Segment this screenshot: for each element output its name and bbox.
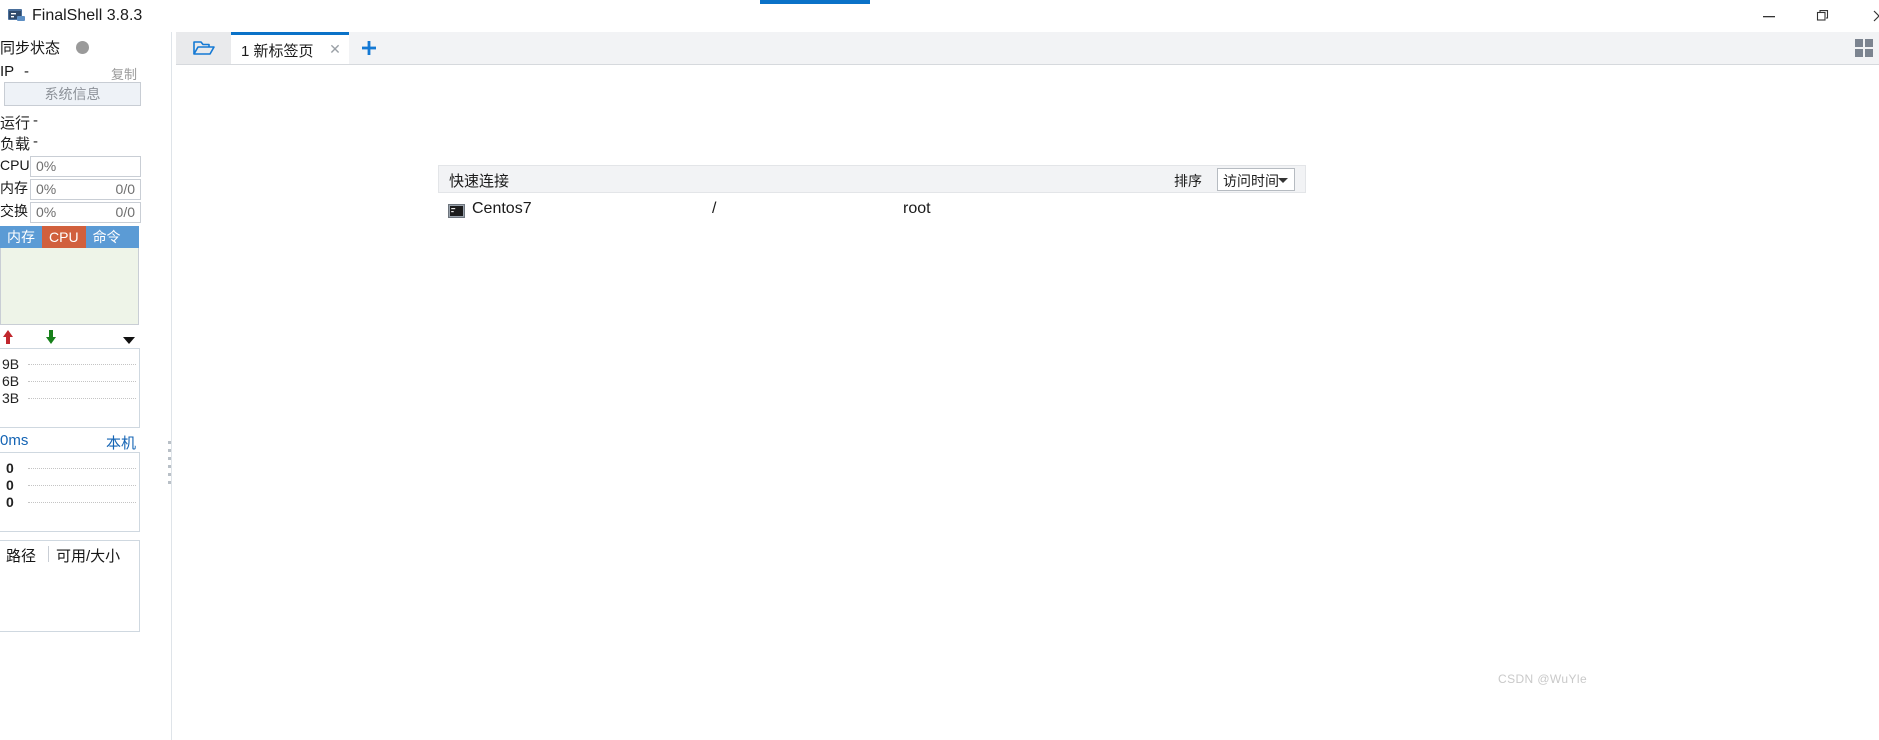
network-y-label-3: 3B <box>2 390 20 406</box>
sync-status-indicator <box>76 41 89 54</box>
resource-tab-memory[interactable]: 内存 <box>0 226 42 248</box>
network-graph-header <box>0 328 139 348</box>
network-menu-chevron-down-icon[interactable] <box>122 332 136 344</box>
layout-grid-button[interactable] <box>1853 37 1875 59</box>
disk-table-header: 路径 可用/大小 <box>0 541 139 567</box>
tab-new-tab-label: 1 新标签页 <box>241 43 314 60</box>
folder-open-icon <box>192 41 215 55</box>
ping-y-label-2: 0 <box>6 477 14 493</box>
title-bar: FinalShell 3.8.3 <box>0 0 1879 32</box>
minimize-icon <box>1763 16 1775 18</box>
quick-connect-row[interactable]: Centos7 / root <box>438 199 1306 227</box>
connection-path: / <box>712 200 717 217</box>
system-info-button[interactable]: 系统信息 <box>4 82 141 106</box>
quick-connect-title: 快速连接 <box>449 173 510 190</box>
disk-usage-table: 路径 可用/大小 <box>0 540 140 632</box>
sort-label: 排序 <box>1174 173 1202 189</box>
memory-meter-row: 内存 0% 0/0 <box>0 179 168 200</box>
network-y-label-2: 6B <box>2 373 20 389</box>
swap-meter-label: 交换 <box>0 203 28 219</box>
disk-column-path: 路径 <box>6 548 37 565</box>
terminal-icon <box>448 204 465 218</box>
restore-icon <box>1816 10 1829 21</box>
disk-column-divider <box>48 546 49 562</box>
grid-icon <box>1855 39 1873 57</box>
network-traffic-graph: 9B 6B 3B <box>0 348 140 428</box>
uptime-value: - <box>33 112 38 129</box>
sidebar: 同步状态 IP - 复制 系统信息 运行 - 负载 - CPU 0% 内存 0%… <box>0 32 168 740</box>
tab-close-icon[interactable]: ✕ <box>328 42 342 56</box>
ping-host-label[interactable]: 本机 <box>106 432 136 453</box>
cpu-meter-percent: 0% <box>36 158 57 174</box>
arrow-up-icon <box>1 329 15 345</box>
sync-status-label: 同步状态 <box>0 40 61 57</box>
memory-meter-label: 内存 <box>0 180 28 196</box>
restore-button[interactable] <box>1800 0 1846 32</box>
sort-dropdown-value: 访问时间 <box>1223 173 1279 189</box>
add-tab-button[interactable] <box>358 37 380 59</box>
network-y-label-1: 9B <box>2 356 20 372</box>
plus-icon <box>362 41 376 55</box>
cpu-meter-label: CPU <box>0 157 30 173</box>
load-value: - <box>33 133 38 150</box>
ping-latency-graph: 0 0 0 <box>0 452 140 532</box>
splitter-grip[interactable] <box>168 436 172 498</box>
sort-dropdown[interactable]: 访问时间 <box>1217 168 1295 191</box>
app-terminal-icon <box>8 7 26 23</box>
memory-meter-bar: 0% 0/0 <box>30 179 141 200</box>
load-label: 负载 <box>0 136 31 153</box>
ping-graph-header: 0ms 本机 <box>0 432 139 452</box>
arrow-down-icon <box>44 329 58 345</box>
memory-meter-fraction: 0/0 <box>115 181 135 197</box>
ping-y-label-1: 0 <box>6 460 14 476</box>
uptime-label: 运行 <box>0 115 31 132</box>
title-accent-bar <box>760 0 870 4</box>
swap-meter-bar: 0% 0/0 <box>30 202 141 223</box>
ip-label: IP <box>0 63 15 80</box>
resource-tab-bar: 内存 CPU 命令 <box>0 226 139 248</box>
cpu-meter-row: CPU 0% <box>0 156 168 177</box>
resource-tab-commands[interactable]: 命令 <box>86 226 128 248</box>
tab-strip: 1 新标签页 ✕ <box>176 32 1879 65</box>
window-title: FinalShell 3.8.3 <box>32 7 143 24</box>
connection-name[interactable]: Centos7 <box>472 200 532 218</box>
quick-connect-header: 快速连接 排序 访问时间 <box>438 165 1306 193</box>
swap-meter-percent: 0% <box>36 204 57 220</box>
ping-y-label-3: 0 <box>6 494 14 510</box>
watermark: CSDN @WuYle <box>1498 672 1588 686</box>
close-button[interactable] <box>1856 0 1879 32</box>
splitter-line <box>171 32 172 740</box>
cpu-meter-bar: 0% <box>30 156 141 177</box>
memory-meter-percent: 0% <box>36 181 57 197</box>
copy-ip-button[interactable]: 复制 <box>111 64 137 83</box>
swap-meter-fraction: 0/0 <box>115 204 135 220</box>
folder-open-button[interactable] <box>176 32 232 64</box>
minimize-button[interactable] <box>1746 0 1792 32</box>
ping-latency-value: 0ms <box>0 432 29 449</box>
connection-user: root <box>903 200 931 217</box>
sidebar-splitter[interactable] <box>168 32 176 740</box>
resource-panel <box>0 248 139 325</box>
ip-value: - <box>24 63 29 80</box>
tab-new-tab[interactable]: 1 新标签页 ✕ <box>231 32 349 64</box>
swap-meter-row: 交换 0% 0/0 <box>0 202 168 223</box>
resource-tab-cpu[interactable]: CPU <box>42 226 86 248</box>
disk-column-size: 可用/大小 <box>56 548 121 565</box>
close-icon <box>1873 10 1879 22</box>
main-panel: 1 新标签页 ✕ 快速连接 排序 访问时间 Centos7 / root CSD… <box>176 32 1879 740</box>
chevron-down-icon <box>1278 178 1288 183</box>
